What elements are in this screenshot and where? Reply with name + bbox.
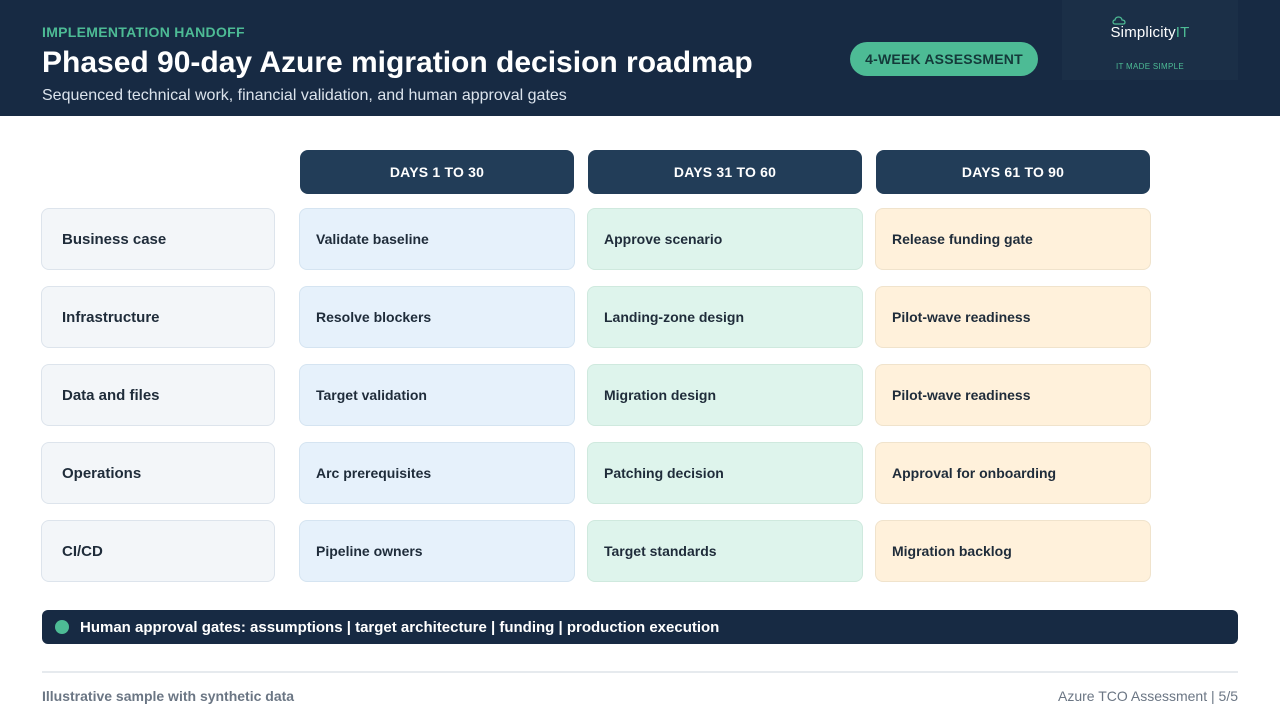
approval-gates-bar: Human approval gates: assumptions | targ… (42, 610, 1238, 644)
roadmap-cell: Pilot-wave readiness (875, 364, 1151, 426)
page-subtitle: Sequenced technical work, financial vali… (42, 87, 567, 104)
roadmap-cell: Approval for onboarding (875, 442, 1151, 504)
roadmap-cell: Approve scenario (587, 208, 863, 270)
row-label-ci-cd: CI/CD (41, 520, 275, 582)
footer-page-info: Azure TCO Assessment | 5/5 (1057, 688, 1238, 704)
column-header-phase-2: DAYS 31 TO 60 (588, 150, 862, 194)
roadmap-cell: Pilot-wave readiness (875, 286, 1151, 348)
approval-gates-text: Human approval gates: assumptions | targ… (80, 618, 720, 636)
roadmap-cell: Landing-zone design (587, 286, 863, 348)
page-title: Phased 90-day Azure migration decision r… (42, 46, 753, 79)
roadmap-cell: Patching decision (587, 442, 863, 504)
logo-word-main: Simplicity (1110, 24, 1176, 41)
roadmap-cell: Pipeline owners (299, 520, 575, 582)
column-header-phase-1: DAYS 1 TO 30 (300, 150, 574, 194)
roadmap-cell: Arc prerequisites (299, 442, 575, 504)
roadmap-cell: Migration design (587, 364, 863, 426)
roadmap-cell: Validate baseline (299, 208, 575, 270)
footer-divider (42, 671, 1238, 673)
row-label-operations: Operations (41, 442, 275, 504)
row-label-data-and-files: Data and files (41, 364, 275, 426)
header-band: IMPLEMENTATION HANDOFF Phased 90-day Azu… (0, 0, 1280, 116)
roadmap-cell: Release funding gate (875, 208, 1151, 270)
column-header-phase-3: DAYS 61 TO 90 (876, 150, 1150, 194)
footer-disclaimer: Illustrative sample with synthetic data (42, 688, 295, 704)
logo-wordmark: SimplicityIT (1062, 24, 1238, 41)
logo: SimplicityIT IT MADE SIMPLE (1062, 0, 1238, 80)
status-dot-icon (55, 620, 69, 634)
roadmap-cell: Migration backlog (875, 520, 1151, 582)
eyebrow-label: IMPLEMENTATION HANDOFF (42, 24, 245, 40)
row-label-infrastructure: Infrastructure (41, 286, 275, 348)
assessment-badge: 4-WEEK ASSESSMENT (850, 42, 1038, 76)
roadmap-cell: Resolve blockers (299, 286, 575, 348)
roadmap-cell: Target validation (299, 364, 575, 426)
logo-tagline: IT MADE SIMPLE (1115, 62, 1185, 71)
logo-word-accent: IT (1175, 24, 1190, 41)
roadmap-cell: Target standards (587, 520, 863, 582)
row-label-business-case: Business case (41, 208, 275, 270)
